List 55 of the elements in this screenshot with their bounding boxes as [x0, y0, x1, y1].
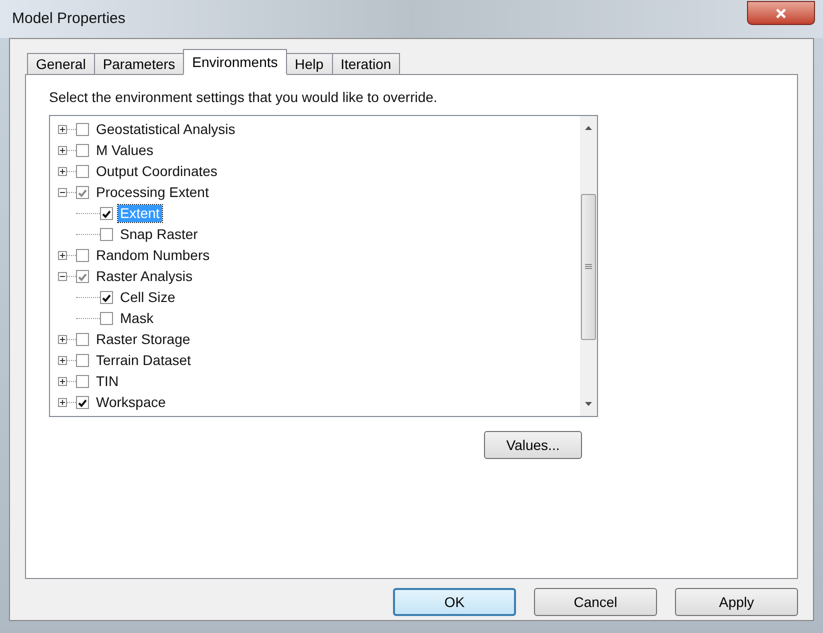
close-icon	[775, 8, 787, 18]
tab[interactable]: Parameters	[94, 53, 184, 75]
checkbox[interactable]	[76, 249, 89, 262]
tab[interactable]: Environments	[183, 49, 287, 75]
tab[interactable]: General	[27, 53, 95, 75]
checkbox[interactable]	[100, 228, 113, 241]
checkbox[interactable]	[76, 354, 89, 367]
tree-item[interactable]: Snap Raster	[118, 226, 200, 243]
scroll-down-icon[interactable]	[585, 402, 592, 406]
checkbox[interactable]	[100, 291, 113, 304]
collapse-icon[interactable]	[58, 188, 67, 197]
checkbox[interactable]	[76, 375, 89, 388]
expand-icon[interactable]	[58, 377, 67, 386]
scroll-up-icon[interactable]	[585, 126, 592, 130]
checkbox[interactable]	[100, 312, 113, 325]
tree-item[interactable]: Processing Extent	[94, 184, 211, 201]
instruction-text: Select the environment settings that you would like to override.	[49, 88, 438, 107]
tree-item[interactable]: Raster Analysis	[94, 268, 194, 285]
checkbox[interactable]	[76, 123, 89, 136]
dialog-button[interactable]: Cancel	[534, 588, 657, 616]
tree-item[interactable]: Raster Storage	[94, 331, 192, 348]
dialog-button[interactable]: Apply	[675, 588, 798, 616]
checkbox[interactable]	[76, 186, 89, 199]
checkbox[interactable]	[100, 207, 113, 220]
tree-item[interactable]: M Values	[94, 142, 156, 159]
tab[interactable]: Help	[286, 53, 333, 75]
checkbox[interactable]	[76, 165, 89, 178]
scrollbar[interactable]	[580, 116, 597, 416]
scrollbar-thumb[interactable]	[581, 194, 596, 340]
dialog-button[interactable]: OK	[393, 588, 516, 616]
tree-item[interactable]: Geostatistical Analysis	[94, 121, 238, 138]
tree-item[interactable]: Mask	[118, 310, 156, 327]
grip-icon	[585, 264, 592, 270]
window-title: Model Properties	[12, 8, 126, 29]
tree-item[interactable]: Terrain Dataset	[94, 352, 193, 369]
expand-icon[interactable]	[58, 125, 67, 134]
checkbox[interactable]	[76, 396, 89, 409]
checkbox[interactable]	[76, 270, 89, 283]
close-button[interactable]	[747, 1, 815, 25]
checkbox[interactable]	[76, 333, 89, 346]
tab[interactable]: Iteration	[332, 53, 400, 75]
expand-icon[interactable]	[58, 167, 67, 176]
expand-icon[interactable]	[58, 335, 67, 344]
expand-icon[interactable]	[58, 251, 67, 260]
values-button[interactable]: Values...	[484, 431, 582, 459]
tree-item[interactable]: Random Numbers	[94, 247, 212, 264]
expand-icon[interactable]	[58, 356, 67, 365]
tree-item[interactable]: TIN	[94, 373, 121, 390]
tree-item[interactable]: Output Coordinates	[94, 163, 220, 180]
expand-icon[interactable]	[58, 398, 67, 407]
expand-icon[interactable]	[58, 146, 67, 155]
collapse-icon[interactable]	[58, 272, 67, 281]
checkbox[interactable]	[76, 144, 89, 157]
tree-item[interactable]: Cell Size	[118, 289, 178, 306]
tree-item[interactable]: Workspace	[94, 394, 168, 411]
